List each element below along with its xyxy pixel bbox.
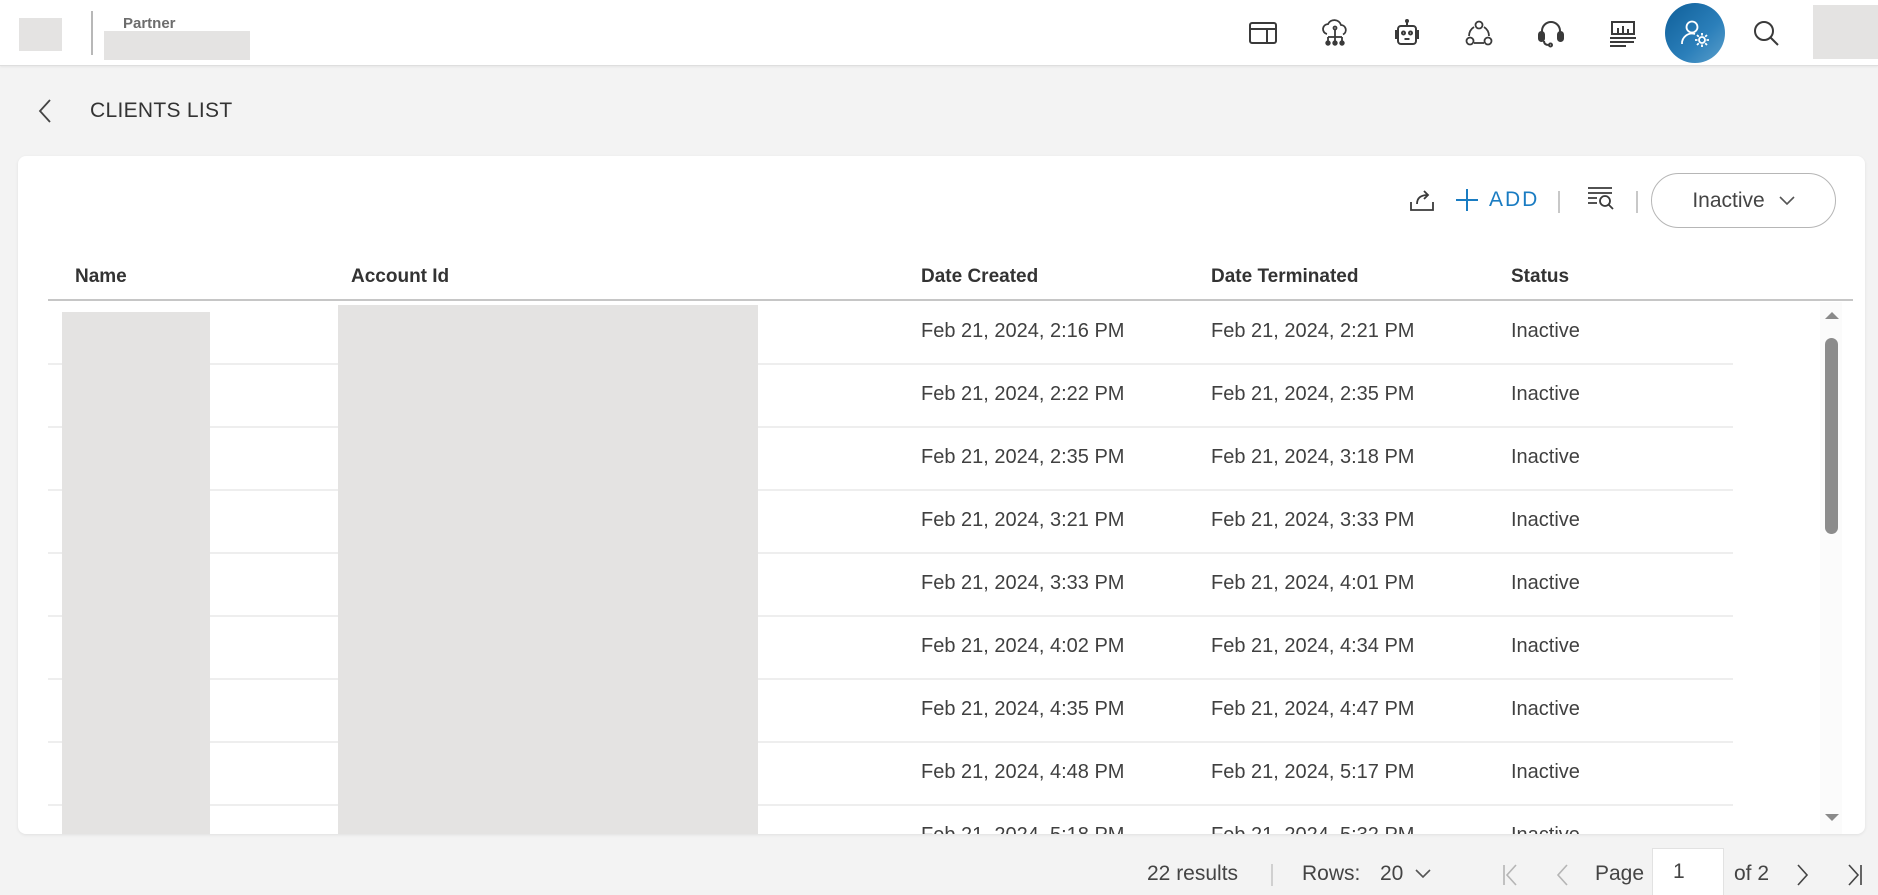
logo[interactable] [19,18,62,51]
headset-icon[interactable] [1531,13,1571,53]
status-filter-value: Inactive [1692,188,1765,212]
dashboard-layout-icon[interactable] [1243,13,1283,53]
scrollbar-thumb[interactable] [1825,338,1838,534]
table-body: Feb 21, 2024, 2:16 PM Feb 21, 2024, 2:21 … [48,302,1838,834]
cell-date-created: Feb 21, 2024, 2:35 PM [921,446,1125,468]
reports-icon[interactable] [1603,13,1643,53]
rows-per-page-value: 20 [1380,862,1404,885]
cell-date-created: Feb 21, 2024, 4:35 PM [921,698,1125,720]
cell-status: Inactive [1511,320,1580,342]
cell-status: Inactive [1511,383,1580,405]
cell-date-created: Feb 21, 2024, 2:22 PM [921,383,1125,405]
export-button[interactable] [1406,184,1438,216]
table-row[interactable]: Feb 21, 2024, 3:21 PM Feb 21, 2024, 3:33 … [48,491,1733,554]
table-toolbar: ADD Inactive [18,156,1865,246]
cell-date-created: Feb 21, 2024, 3:21 PM [921,509,1125,531]
plus-icon [1456,189,1478,211]
account-id-column-redacted [338,305,758,834]
column-header-status[interactable]: Status [1511,266,1569,288]
top-header: Partner [0,0,1878,66]
search-icon[interactable] [1746,13,1786,53]
cell-date-terminated: Feb 21, 2024, 3:33 PM [1211,509,1415,531]
cell-date-terminated: Feb 21, 2024, 2:35 PM [1211,383,1415,405]
page-label: Page [1595,862,1645,885]
export-icon [1410,190,1434,211]
cell-status: Inactive [1511,698,1580,720]
table-row[interactable]: Feb 21, 2024, 2:16 PM Feb 21, 2024, 2:21 … [48,302,1733,365]
cell-date-terminated: Feb 21, 2024, 4:01 PM [1211,572,1415,594]
user-settings-icon[interactable] [1665,3,1725,63]
cell-date-created: Feb 21, 2024, 4:02 PM [921,635,1125,657]
page-title: CLIENTS LIST [90,99,233,122]
name-column-redacted [62,312,210,834]
table-row[interactable]: Feb 21, 2024, 2:22 PM Feb 21, 2024, 2:35 … [48,365,1733,428]
column-header-name[interactable]: Name [75,266,127,288]
pagination-divider [1271,864,1273,886]
cell-date-created: Feb 21, 2024, 3:33 PM [921,572,1125,594]
status-filter-dropdown[interactable]: Inactive [1651,173,1836,228]
table-row[interactable]: Feb 21, 2024, 2:35 PM Feb 21, 2024, 3:18 … [48,428,1733,491]
page-number-input[interactable] [1652,848,1724,895]
rows-per-page-dropdown[interactable]: 20 [1380,862,1431,886]
previous-page-button[interactable] [1550,862,1574,888]
scroll-down-arrow[interactable] [1825,814,1839,821]
pagination-bar: 22 results Rows: 20 Page of 2 [0,848,1878,895]
chevron-down-icon [1415,869,1431,879]
next-page-button[interactable] [1791,862,1815,888]
robot-icon[interactable] [1387,13,1427,53]
cell-date-created: Feb 21, 2024, 5:18 PM [921,824,1124,834]
cell-date-created: Feb 21, 2024, 4:48 PM [921,761,1125,783]
cell-date-created: Feb 21, 2024, 2:16 PM [921,320,1125,342]
rows-label: Rows: [1302,862,1361,885]
last-page-icon [1848,864,1862,886]
partner-label: Partner [123,15,176,32]
cell-status: Inactive [1511,761,1580,783]
cell-status: Inactive [1511,572,1580,594]
header-divider [91,11,93,55]
toolbar-divider [1558,191,1560,213]
clients-card: ADD Inactive Name Account Id Date Create… [18,156,1865,834]
column-header-date-terminated[interactable]: Date Terminated [1211,266,1358,288]
table-row[interactable]: Feb 21, 2024, 4:48 PM Feb 21, 2024, 5:17 … [48,743,1733,806]
search-filter-button[interactable] [1584,182,1618,214]
connections-icon[interactable] [1459,13,1499,53]
cell-date-terminated: Feb 21, 2024, 2:21 PM [1211,320,1415,342]
cell-status: Inactive [1511,509,1580,531]
add-button[interactable]: ADD [1455,184,1539,216]
user-profile-redacted[interactable] [1813,5,1878,59]
scroll-up-arrow[interactable] [1825,312,1839,319]
cell-status: Inactive [1511,446,1580,468]
chevron-left-icon [1556,864,1568,886]
back-button[interactable] [34,96,56,126]
partner-name-redacted [104,31,250,60]
chevron-left-icon [38,99,51,123]
last-page-button[interactable] [1843,862,1867,888]
cell-date-terminated: Feb 21, 2024, 4:34 PM [1211,635,1415,657]
table-row[interactable]: Feb 21, 2024, 3:33 PM Feb 21, 2024, 4:01 … [48,554,1733,617]
add-label: ADD [1489,188,1540,211]
list-search-icon [1588,187,1614,210]
table-row[interactable]: Feb 21, 2024, 4:02 PM Feb 21, 2024, 4:34 … [48,617,1733,680]
table-header: Name Account Id Date Created Date Termin… [48,246,1853,301]
toolbar-divider [1636,191,1638,213]
first-page-button[interactable] [1498,862,1522,888]
cell-date-terminated: Feb 21, 2024, 5:17 PM [1211,761,1415,783]
cell-status: Inactive [1511,824,1580,834]
page-total-label: of 2 [1734,862,1770,885]
first-page-icon [1503,864,1517,886]
results-count: 22 results [1147,862,1239,885]
chevron-down-icon [1779,195,1795,205]
table-scrollbar[interactable] [1820,302,1842,834]
column-header-account-id[interactable]: Account Id [351,266,449,288]
cloud-network-icon[interactable] [1315,13,1355,53]
table-row[interactable]: Feb 21, 2024, 4:35 PM Feb 21, 2024, 4:47 … [48,680,1733,743]
chevron-right-icon [1797,864,1809,886]
cell-date-terminated: Feb 21, 2024, 3:18 PM [1211,446,1415,468]
column-header-date-created[interactable]: Date Created [921,266,1038,288]
table-row[interactable]: Feb 21, 2024, 5:18 PM Feb 21, 2024, 5:32 … [48,806,1733,834]
cell-date-terminated: Feb 21, 2024, 4:47 PM [1211,698,1415,720]
cell-status: Inactive [1511,635,1580,657]
cell-date-terminated: Feb 21, 2024, 5:32 PM [1211,824,1414,834]
